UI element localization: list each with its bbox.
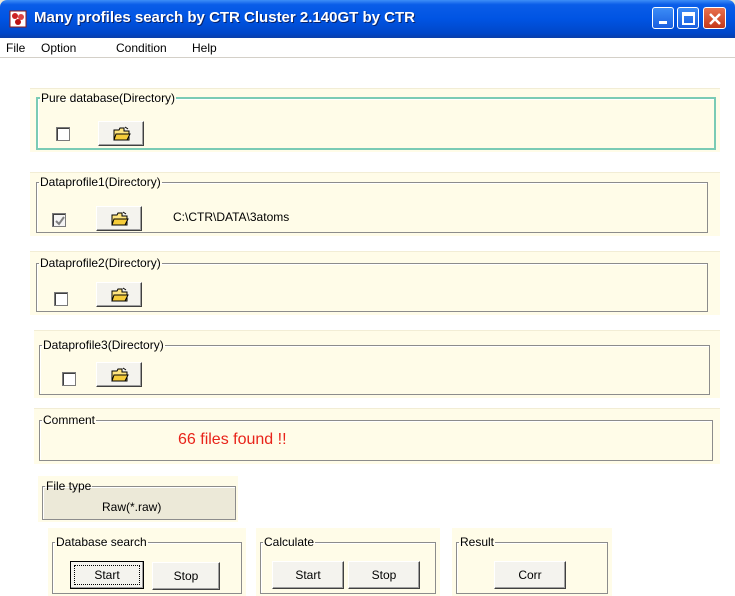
menu-help[interactable]: Help bbox=[192, 41, 217, 55]
dataprofile2-browse-button[interactable] bbox=[96, 282, 142, 307]
dataprofile3-checkbox[interactable] bbox=[62, 372, 76, 386]
main-content: Pure database(Directory) Dataprofile1(Di… bbox=[0, 58, 735, 596]
dataprofile2-legend: Dataprofile2(Directory) bbox=[40, 256, 161, 270]
dataprofile2-panel: Dataprofile2(Directory) bbox=[30, 251, 720, 315]
dataprofile1-legend: Dataprofile1(Directory) bbox=[40, 175, 161, 189]
open-folder-icon bbox=[111, 211, 129, 226]
file-type-value[interactable]: Raw(*.raw) bbox=[102, 500, 161, 514]
pure-database-browse-button[interactable] bbox=[98, 121, 144, 146]
database-search-stop-button[interactable]: Stop bbox=[152, 562, 220, 590]
file-type-panel: File type Raw(*.raw) bbox=[38, 476, 238, 522]
calculate-legend: Calculate bbox=[264, 535, 315, 549]
dataprofile2-checkbox[interactable] bbox=[54, 292, 68, 306]
database-search-start-button[interactable]: Start bbox=[70, 561, 144, 589]
close-button[interactable] bbox=[703, 7, 726, 29]
comment-legend: Comment bbox=[43, 413, 96, 427]
minimize-button[interactable] bbox=[652, 7, 674, 29]
dataprofile1-checkbox[interactable] bbox=[52, 213, 66, 227]
calculate-stop-button[interactable]: Stop bbox=[348, 561, 420, 589]
comment-status-text: 66 files found !! bbox=[178, 431, 287, 448]
menu-file[interactable]: File bbox=[6, 41, 25, 55]
dataprofile3-legend: Dataprofile3(Directory) bbox=[43, 338, 164, 352]
pure-database-panel: Pure database(Directory) bbox=[30, 88, 720, 152]
calculate-panel: Calculate Start Stop bbox=[256, 528, 440, 596]
pure-database-legend: Pure database(Directory) bbox=[41, 91, 176, 105]
window-title: Many profiles search by CTR Cluster 2.14… bbox=[34, 9, 415, 26]
comment-panel: Comment 66 files found !! bbox=[34, 408, 720, 464]
maximize-button[interactable] bbox=[677, 7, 699, 29]
open-folder-icon bbox=[111, 367, 129, 382]
dataprofile1-path: C:\CTR\DATA\3atoms bbox=[173, 210, 290, 224]
result-corr-button[interactable]: Corr bbox=[494, 561, 566, 589]
open-folder-icon bbox=[113, 126, 131, 141]
result-legend: Result bbox=[460, 535, 495, 549]
calculate-start-button[interactable]: Start bbox=[272, 561, 344, 589]
database-search-legend: Database search bbox=[56, 535, 147, 549]
database-search-panel: Database search Start Stop bbox=[48, 528, 246, 596]
comment-group: Comment bbox=[39, 414, 713, 461]
dataprofile1-browse-button[interactable] bbox=[96, 206, 142, 231]
menu-condition[interactable]: Condition bbox=[116, 41, 167, 55]
app-window: Many profiles search by CTR Cluster 2.14… bbox=[0, 0, 735, 596]
menu-option[interactable]: Option bbox=[41, 41, 76, 55]
menu-bar: File Option Condition Help bbox=[0, 38, 735, 58]
checkmark-icon bbox=[55, 216, 65, 226]
minimize-icon bbox=[659, 21, 667, 24]
dataprofile3-browse-button[interactable] bbox=[96, 362, 142, 387]
close-icon bbox=[709, 13, 721, 25]
open-folder-icon bbox=[111, 287, 129, 302]
dataprofile1-panel: Dataprofile1(Directory) C:\CTR\DATA\3ato… bbox=[30, 172, 720, 236]
pure-database-checkbox[interactable] bbox=[56, 127, 70, 141]
result-panel: Result Corr bbox=[452, 528, 612, 596]
dataprofile3-panel: Dataprofile3(Directory) bbox=[34, 330, 720, 398]
file-type-legend: File type bbox=[46, 479, 92, 493]
cluster-app-icon bbox=[9, 10, 27, 28]
maximize-icon bbox=[682, 12, 695, 25]
title-bar[interactable]: Many profiles search by CTR Cluster 2.14… bbox=[0, 0, 735, 38]
